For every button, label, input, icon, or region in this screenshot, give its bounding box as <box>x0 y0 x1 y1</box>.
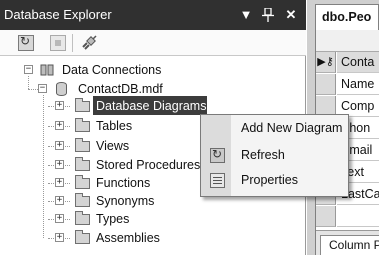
properties-icon <box>210 173 225 188</box>
collapse-icon[interactable]: − <box>24 65 33 74</box>
tree-node-label: Views <box>96 139 130 153</box>
menu-item-refresh[interactable]: Refresh <box>201 144 348 168</box>
grid-header-row <box>316 30 379 52</box>
document-tab[interactable]: dbo.Peo <box>315 4 379 30</box>
expand-icon[interactable]: + <box>55 101 64 110</box>
tree-node-label: Data Connections <box>62 63 162 77</box>
data-connections-icon <box>40 63 54 77</box>
refresh-icon[interactable] <box>18 34 34 51</box>
tree-node-label: Stored Procedures <box>96 158 201 172</box>
menu-item-label: Refresh <box>241 148 285 162</box>
close-icon[interactable]: ✕ <box>282 0 300 30</box>
expand-icon[interactable]: + <box>55 141 64 150</box>
folder-icon <box>75 211 90 225</box>
tree-node-label: Database Diagrams <box>96 99 207 113</box>
menu-item-label: Properties <box>241 173 298 187</box>
database-icon <box>56 82 67 96</box>
folder-icon <box>75 118 90 132</box>
folder-icon <box>75 138 90 152</box>
tree-node-label: Assemblies <box>96 231 160 245</box>
row-header[interactable] <box>316 206 336 227</box>
menu-item-properties[interactable]: Properties <box>201 169 348 193</box>
expand-icon[interactable]: + <box>55 233 64 242</box>
explorer-title-bar: Database Explorer ▼ ✕ <box>0 0 306 30</box>
menu-item-add-new-diagram[interactable]: Add New Diagram <box>201 117 348 141</box>
column-properties-tab[interactable]: Column P <box>320 235 379 255</box>
toolbar-separator <box>72 34 73 52</box>
folder-icon <box>75 98 90 112</box>
primary-key-icon[interactable]: ▶⚷ <box>316 52 336 73</box>
empty-cell[interactable] <box>337 206 379 227</box>
tree-node-types[interactable]: + Types <box>0 209 300 229</box>
folder-icon <box>75 230 90 244</box>
row-header[interactable] <box>316 74 336 95</box>
expand-icon[interactable]: + <box>55 196 64 205</box>
tree-node-label: Types <box>96 212 130 226</box>
tree-node-data-connections[interactable]: − Data Connections <box>0 60 300 80</box>
folder-icon <box>75 157 90 171</box>
tree-node-label: Functions <box>96 176 151 190</box>
connect-to-database-icon[interactable] <box>80 35 97 51</box>
explorer-title: Database Explorer <box>4 7 112 22</box>
context-menu: Add New Diagram Refresh Properties <box>200 114 349 197</box>
collapse-icon[interactable]: − <box>38 84 47 93</box>
explorer-toolbar <box>0 30 306 56</box>
tree-node-database-diagrams[interactable]: + Database Diagrams <box>0 96 300 116</box>
document-tab-label: dbo.Peo <box>322 10 372 24</box>
pin-icon[interactable] <box>260 0 276 30</box>
window-position-dropdown-icon[interactable]: ▼ <box>238 0 254 30</box>
expand-icon[interactable]: + <box>55 121 64 130</box>
properties-tab-strip: Column P <box>316 230 379 255</box>
folder-icon <box>75 175 90 189</box>
tree-node-label: Tables <box>96 119 133 133</box>
menu-item-label: Add New Diagram <box>241 121 343 135</box>
tree-node-assemblies[interactable]: + Assemblies <box>0 228 300 248</box>
refresh-icon <box>210 147 225 163</box>
expand-icon[interactable]: + <box>55 160 64 169</box>
column-name-cell[interactable]: Name <box>337 74 379 95</box>
expand-icon[interactable]: + <box>55 214 64 223</box>
column-name-cell[interactable]: Conta <box>337 52 379 73</box>
folder-icon <box>75 193 90 207</box>
stop-icon[interactable] <box>50 35 66 51</box>
expand-icon[interactable]: + <box>55 178 64 187</box>
tree-node-label: Synonyms <box>96 194 155 208</box>
